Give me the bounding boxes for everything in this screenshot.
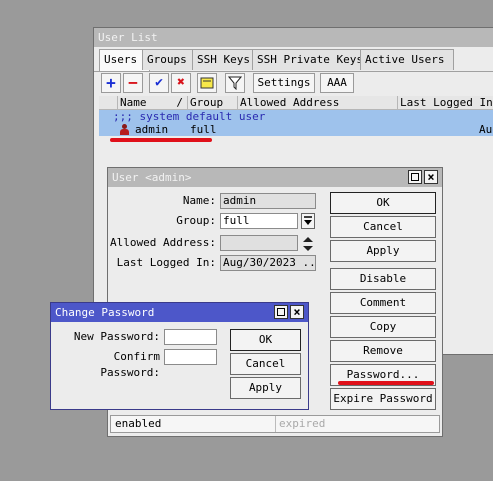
annotation-underline	[110, 138, 212, 142]
change-password-title: Change Password	[55, 306, 155, 319]
maximize-button[interactable]	[408, 170, 422, 184]
user-list-title: User List	[98, 31, 158, 44]
change-password-titlebar[interactable]: Change Password	[51, 303, 308, 322]
status-divider	[275, 416, 276, 432]
close-icon: ×	[293, 305, 301, 319]
allowed-address-field[interactable]	[220, 235, 298, 251]
group-select[interactable]: full	[220, 213, 298, 229]
expand-icon[interactable]	[302, 236, 314, 252]
expire-password-button[interactable]: Expire Password	[330, 388, 436, 410]
close-button[interactable]: ×	[424, 170, 438, 184]
new-password-label: New Password:	[73, 330, 160, 343]
confirm-password-label: Confirm Password:	[100, 350, 160, 379]
status-enabled: enabled	[115, 417, 162, 430]
group-label: Group:	[176, 214, 216, 227]
pw-apply-button[interactable]: Apply	[230, 377, 301, 399]
apply-button[interactable]: Apply	[330, 240, 436, 262]
close-icon: ×	[427, 170, 435, 184]
pw-close-button[interactable]: ×	[290, 305, 304, 319]
sort-indicator: /	[176, 96, 183, 109]
add-button[interactable]: +	[101, 73, 121, 93]
pw-ok-button[interactable]: OK	[230, 329, 301, 351]
column-header-name[interactable]: Name /	[118, 96, 188, 110]
minus-icon: −	[128, 73, 138, 92]
new-password-field[interactable]	[164, 329, 217, 345]
table-row[interactable]: admin full Aug	[99, 123, 493, 136]
pw-maximize-button[interactable]	[274, 305, 288, 319]
x-icon: ✖	[177, 75, 185, 90]
comment-user-button[interactable]: Comment	[330, 292, 436, 314]
user-dialog-title: User <admin>	[112, 171, 192, 184]
allowed-address-label: Allowed Address:	[110, 236, 216, 249]
pw-cancel-button[interactable]: Cancel	[230, 353, 301, 375]
remove-button[interactable]: −	[123, 73, 143, 93]
filter-button[interactable]	[225, 73, 245, 93]
row-group: full	[190, 123, 217, 136]
copy-button[interactable]: Copy	[330, 316, 436, 338]
disable-button[interactable]: ✖	[171, 73, 191, 93]
user-table: Name / Group Allowed Address Last Logged…	[99, 96, 493, 136]
disable-user-button[interactable]: Disable	[330, 268, 436, 290]
tab-ssh-private-keys[interactable]: SSH Private Keys	[252, 49, 368, 70]
row-name: admin	[135, 123, 169, 136]
tab-active-users[interactable]: Active Users	[360, 49, 454, 70]
enable-button[interactable]: ✔	[149, 73, 169, 93]
plus-icon: +	[106, 73, 116, 92]
filter-icon	[227, 76, 243, 91]
tab-ssh-keys[interactable]: SSH Keys	[192, 49, 260, 70]
row-last-logged-in: Aug	[479, 123, 493, 136]
user-icon	[120, 124, 129, 135]
status-bar: enabled expired	[110, 415, 440, 433]
dropdown-arrow-icon	[304, 216, 312, 225]
comment-button[interactable]	[197, 73, 217, 93]
last-logged-in-label: Last Logged In:	[116, 256, 216, 269]
change-password-dialog: Change Password × New Password: Confirm …	[50, 302, 309, 410]
column-header-group[interactable]: Group	[188, 96, 238, 110]
settings-button[interactable]: Settings	[253, 73, 315, 93]
column-header-allowed-address[interactable]: Allowed Address	[238, 96, 398, 110]
user-dialog-titlebar[interactable]: User <admin>	[108, 168, 442, 187]
annotation-underline-password	[338, 381, 434, 385]
check-icon: ✔	[155, 75, 163, 90]
tab-bar: Users Groups SSH Keys SSH Private Keys A…	[99, 49, 493, 72]
name-field[interactable]: admin	[220, 193, 316, 209]
aaa-button[interactable]: AAA	[320, 73, 354, 93]
last-logged-in-field[interactable]: Aug/30/2023 ...	[220, 255, 316, 271]
status-expired: expired	[279, 417, 326, 430]
group-dropdown-button[interactable]	[301, 213, 315, 229]
user-list-titlebar[interactable]: User List	[94, 28, 493, 47]
column-header-blank	[99, 96, 118, 110]
remove-user-button[interactable]: Remove	[330, 340, 436, 362]
cancel-button[interactable]: Cancel	[330, 216, 436, 238]
tab-content-border	[94, 71, 493, 72]
note-icon	[200, 77, 214, 89]
column-header-last-logged-in[interactable]: Last Logged In	[398, 96, 493, 110]
confirm-password-field[interactable]	[164, 349, 217, 365]
table-header: Name / Group Allowed Address Last Logged…	[99, 96, 493, 110]
comment-row[interactable]: ;;; system default user	[99, 110, 493, 123]
name-label: Name:	[182, 194, 216, 207]
ok-button[interactable]: OK	[330, 192, 436, 214]
desktop: { "user_list": { "title": "User List", "…	[0, 0, 493, 481]
